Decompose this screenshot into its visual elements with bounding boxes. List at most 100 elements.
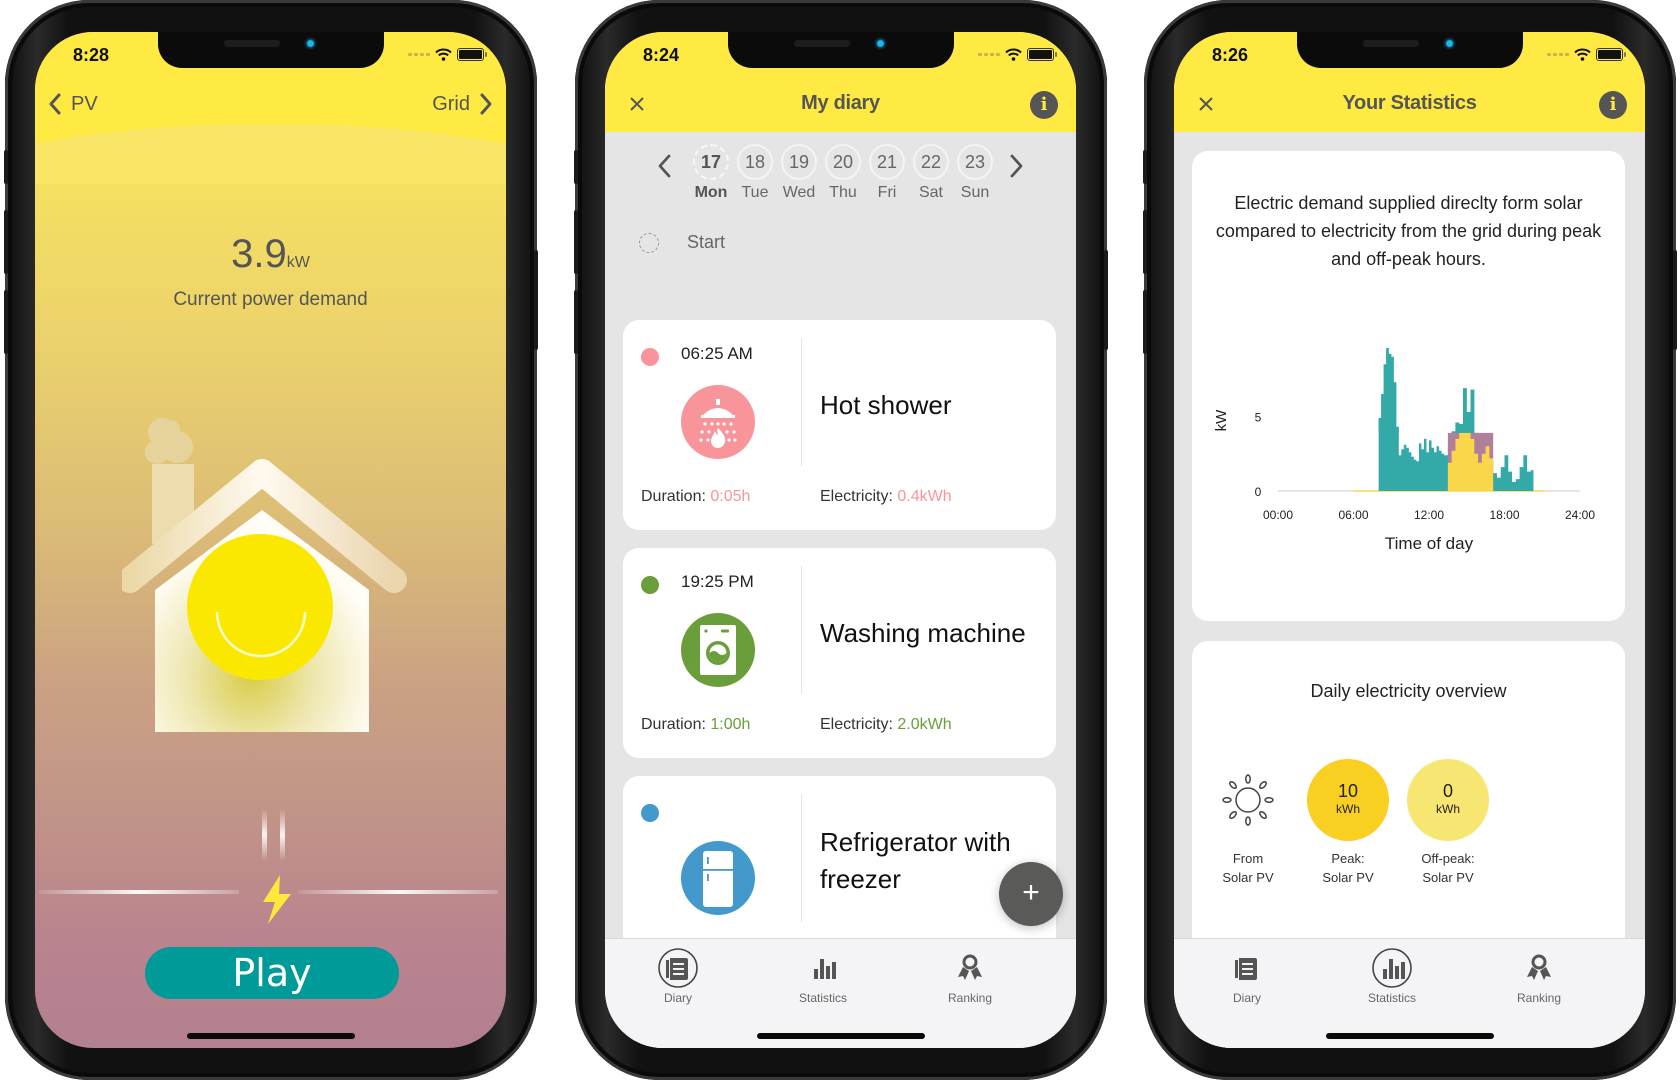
day-sun[interactable]: 23 Sun bbox=[957, 144, 993, 202]
week-prev-chevron-icon[interactable] bbox=[655, 152, 675, 180]
chevron-left-icon bbox=[49, 93, 61, 115]
diary-icon bbox=[658, 948, 698, 988]
diary-entry[interactable]: 06:25 AM Hot shower Duration: 0:05h Electri… bbox=[623, 320, 1056, 530]
tab-label: Statistics bbox=[1367, 991, 1416, 1005]
entry-time: 06:25 AM bbox=[681, 344, 753, 363]
refrigerator-icon bbox=[681, 841, 755, 915]
day-number: 19 bbox=[781, 144, 817, 180]
volume-up-button bbox=[574, 210, 578, 274]
day-tue[interactable]: 18 Tue bbox=[737, 144, 773, 202]
y-axis-label: kW bbox=[1213, 409, 1230, 432]
statistics-screen: Your Statistics i 8:26 Electric demand s… bbox=[1174, 32, 1645, 1048]
overview-item-peak: 10 kWh Peak: Solar PV bbox=[1303, 759, 1393, 887]
signal-icon bbox=[408, 53, 430, 56]
phone-frame-statistics: Your Statistics i 8:26 Electric demand s… bbox=[1143, 0, 1677, 1080]
day-name: Fri bbox=[877, 184, 897, 201]
nav-next-grid[interactable]: Grid bbox=[432, 92, 494, 116]
y-tick-label: 5 bbox=[1255, 411, 1262, 425]
add-entry-button[interactable]: + bbox=[999, 862, 1063, 926]
day-wed[interactable]: 19 Wed bbox=[781, 144, 817, 202]
volume-down-button bbox=[4, 290, 8, 354]
duration-value: 0:05h bbox=[710, 488, 751, 505]
x-tick-label: 06:00 bbox=[1338, 508, 1368, 522]
volume-up-button bbox=[4, 210, 8, 274]
chart-description: Electric demand supplied direclty form s… bbox=[1215, 193, 1602, 269]
peak-unit: kWh bbox=[1336, 802, 1360, 816]
entry-name: Hot shower bbox=[820, 389, 952, 420]
power-button bbox=[534, 250, 538, 350]
chart-card: Electric demand supplied direclty form s… bbox=[1192, 151, 1625, 621]
entry-time: 19:25 PM bbox=[681, 572, 754, 591]
day-mon[interactable]: 17 Mon bbox=[693, 144, 729, 202]
overview-card: Daily electricity overview From Solar PV bbox=[1192, 641, 1625, 971]
day-name: Sun bbox=[960, 184, 990, 201]
peak-label-2: Solar PV bbox=[1322, 870, 1374, 885]
mute-switch bbox=[1143, 150, 1147, 184]
diary-screen: My diary i 8:24 17 Mon 18 Tue 19 Wed 20 Thu 21 Fr… bbox=[605, 32, 1076, 1048]
electricity-value: 2.0kWh bbox=[897, 716, 952, 733]
wifi-icon bbox=[1574, 48, 1591, 61]
power-button bbox=[1104, 250, 1108, 350]
day-name: Sat bbox=[918, 184, 943, 201]
lightning-icon bbox=[263, 875, 291, 924]
x-tick-label: 00:00 bbox=[1263, 508, 1293, 522]
notch bbox=[1296, 32, 1523, 68]
ranking-icon bbox=[1527, 954, 1551, 980]
x-tick-label: 18:00 bbox=[1489, 508, 1519, 522]
tab-diary[interactable]: Diary bbox=[628, 947, 728, 1005]
mute-switch bbox=[574, 150, 578, 184]
phone-frame-home: 8:28 PV Grid 3.9kW Current power demand bbox=[4, 0, 538, 1080]
tab-statistics[interactable]: Statistics bbox=[773, 947, 873, 1005]
nav-prev-pv[interactable]: PV bbox=[47, 92, 98, 116]
tab-diary[interactable]: Diary bbox=[1197, 947, 1297, 1005]
day-number: 17 bbox=[693, 144, 729, 180]
diary-entry[interactable]: 19:25 PM Washing machine Duration: 1:00h El… bbox=[623, 548, 1056, 758]
tab-label: Statistics bbox=[798, 991, 847, 1005]
power-readout: 3.9kW Current power demand bbox=[35, 232, 506, 311]
info-icon[interactable]: i bbox=[1599, 91, 1627, 119]
chevron-right-icon bbox=[480, 93, 492, 115]
offpeak-value: 0 bbox=[1442, 781, 1453, 801]
tab-ranking[interactable]: Ranking bbox=[920, 947, 1020, 1005]
battery-icon bbox=[1596, 48, 1626, 61]
day-name: Tue bbox=[741, 184, 769, 201]
x-tick-label: 24:00 bbox=[1565, 508, 1595, 522]
x-axis-label: Time of day bbox=[1385, 534, 1474, 553]
tab-ranking[interactable]: Ranking bbox=[1489, 947, 1589, 1005]
tab-statistics[interactable]: Statistics bbox=[1342, 947, 1442, 1005]
day-name: Wed bbox=[782, 184, 816, 201]
diary-icon bbox=[1235, 958, 1257, 980]
day-fri[interactable]: 21 Fri bbox=[869, 144, 905, 202]
overview-item-from-solar: From Solar PV bbox=[1203, 759, 1293, 887]
day-thu[interactable]: 20 Thu bbox=[825, 144, 861, 202]
home-indicator bbox=[1325, 1033, 1494, 1039]
day-sat[interactable]: 22 Sat bbox=[913, 144, 949, 202]
status-time: 8:24 bbox=[643, 45, 680, 65]
home-screen: 8:28 PV Grid 3.9kW Current power demand bbox=[35, 32, 506, 1048]
tab-bar: Diary Statistics Ranking bbox=[605, 938, 1076, 1048]
entry-name: Washing machine bbox=[820, 617, 1026, 648]
house-illustration bbox=[122, 418, 407, 732]
overview-label-2: Solar PV bbox=[1222, 870, 1274, 885]
tab-label: Ranking bbox=[1516, 991, 1562, 1005]
power-button bbox=[1673, 250, 1677, 350]
power-label: Current power demand bbox=[173, 289, 368, 310]
info-icon[interactable]: i bbox=[1030, 91, 1058, 119]
status-time: 8:28 bbox=[73, 45, 110, 65]
week-next-chevron-icon[interactable] bbox=[1006, 152, 1026, 180]
play-button[interactable]: Play bbox=[145, 947, 399, 999]
day-number: 20 bbox=[825, 144, 861, 180]
battery-icon bbox=[1027, 48, 1057, 61]
camera-icon bbox=[1442, 37, 1456, 50]
entry-duration: Duration: 1:00h bbox=[641, 716, 751, 733]
page-title: Your Statistics bbox=[1342, 92, 1477, 114]
peak-value-circle: 10 kWh bbox=[1307, 759, 1389, 841]
day-number: 23 bbox=[957, 144, 993, 180]
energy-flow-illustration bbox=[39, 809, 498, 924]
shower-icon bbox=[681, 385, 755, 459]
duration-value: 1:00h bbox=[710, 716, 751, 733]
y-tick-label: 0 bbox=[1255, 485, 1262, 499]
ranking-icon bbox=[958, 954, 982, 980]
wifi-icon bbox=[1005, 48, 1022, 61]
statistics-icon bbox=[814, 959, 836, 979]
